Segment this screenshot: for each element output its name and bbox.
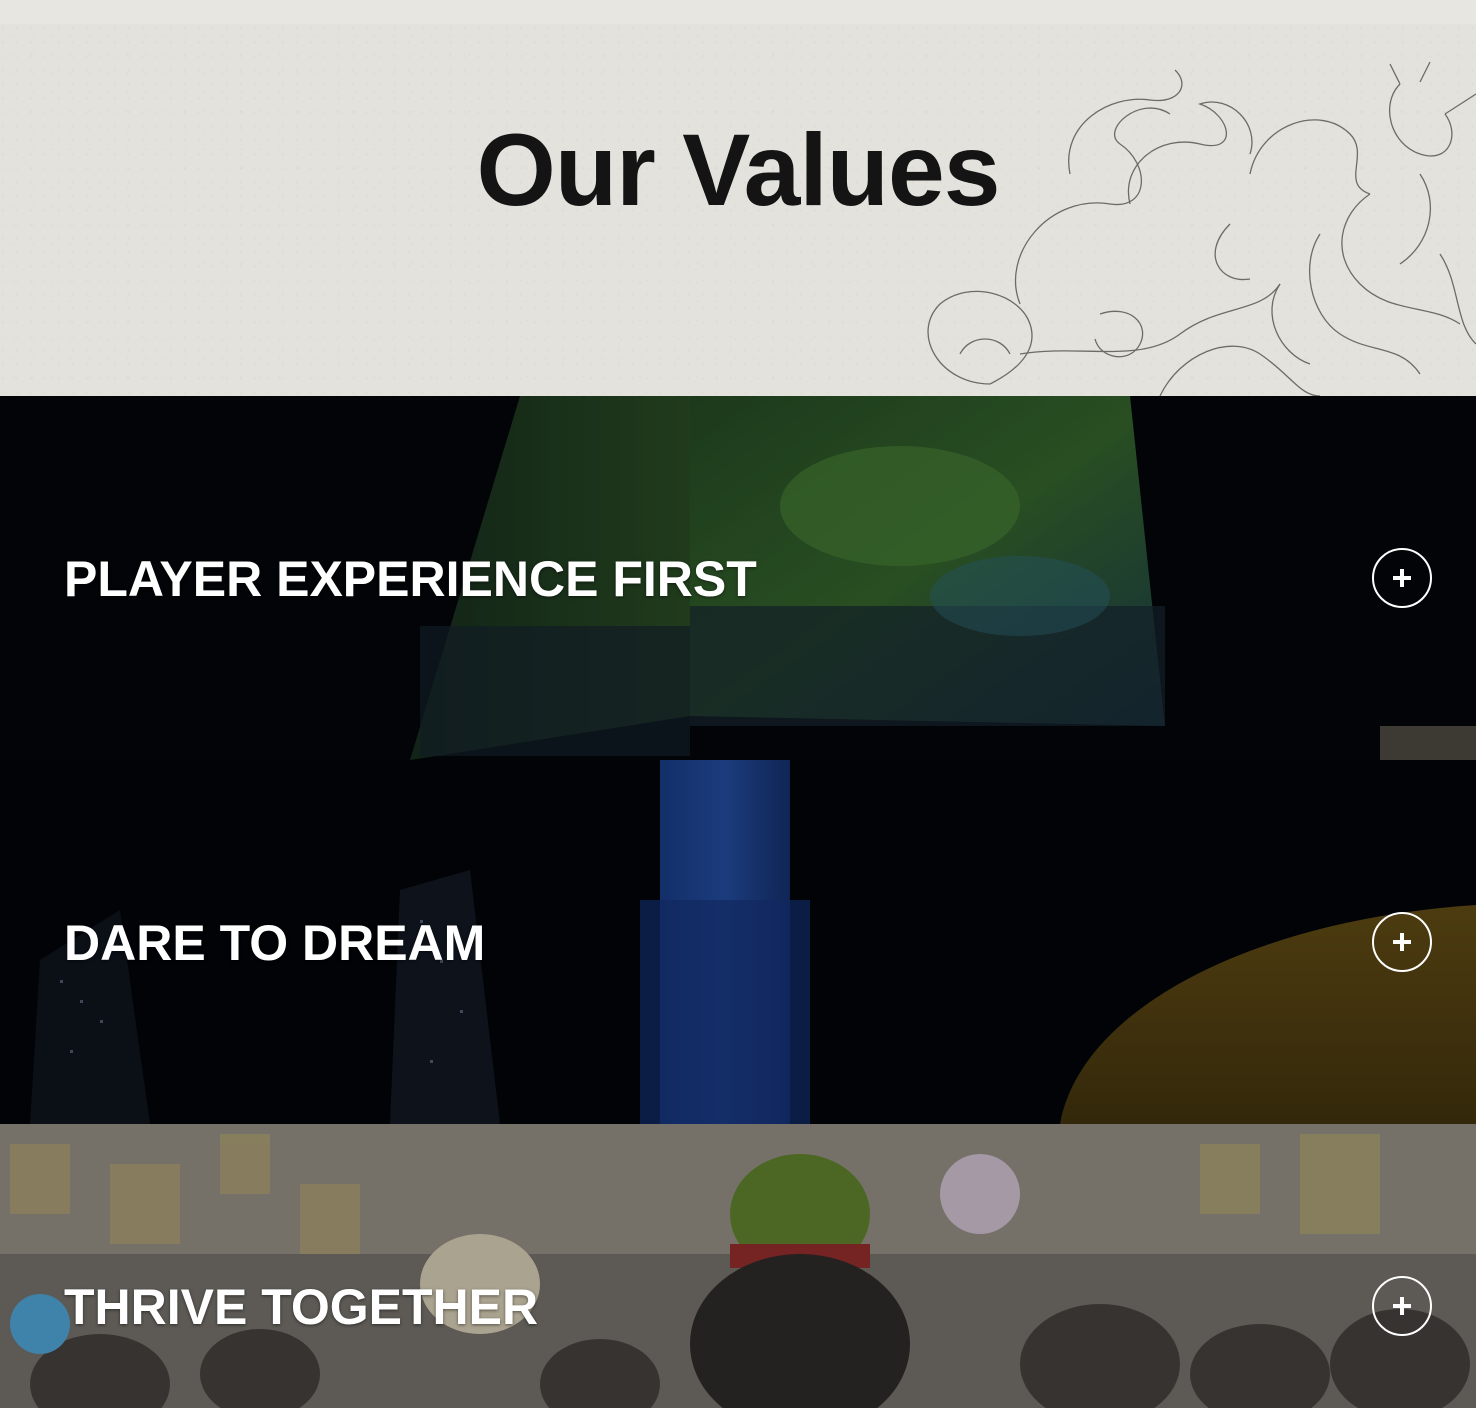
value-panel-dare-to-dream[interactable]: DARE TO DREAM [0,760,1476,1124]
plus-icon [1393,569,1411,587]
expand-button[interactable] [1372,548,1432,608]
value-title: THRIVE TOGETHER [64,1279,539,1335]
fox-spirit-sketch-illustration [927,61,1476,396]
value-title: DARE TO DREAM [64,915,486,971]
value-panel-player-experience[interactable]: PLAYER EXPERIENCE FIRST [0,396,1476,760]
plus-icon [1393,933,1411,951]
top-bar [0,0,1476,24]
value-panel-thrive-together[interactable]: THRIVE TOGETHER [0,1124,1476,1408]
expand-button[interactable] [1372,912,1432,972]
value-title: PLAYER EXPERIENCE FIRST [64,551,757,607]
office-celebration-background [0,1124,1476,1408]
expand-button[interactable] [1372,1276,1432,1336]
values-hero: Our Values [0,24,1476,396]
plus-icon [1393,1297,1411,1315]
